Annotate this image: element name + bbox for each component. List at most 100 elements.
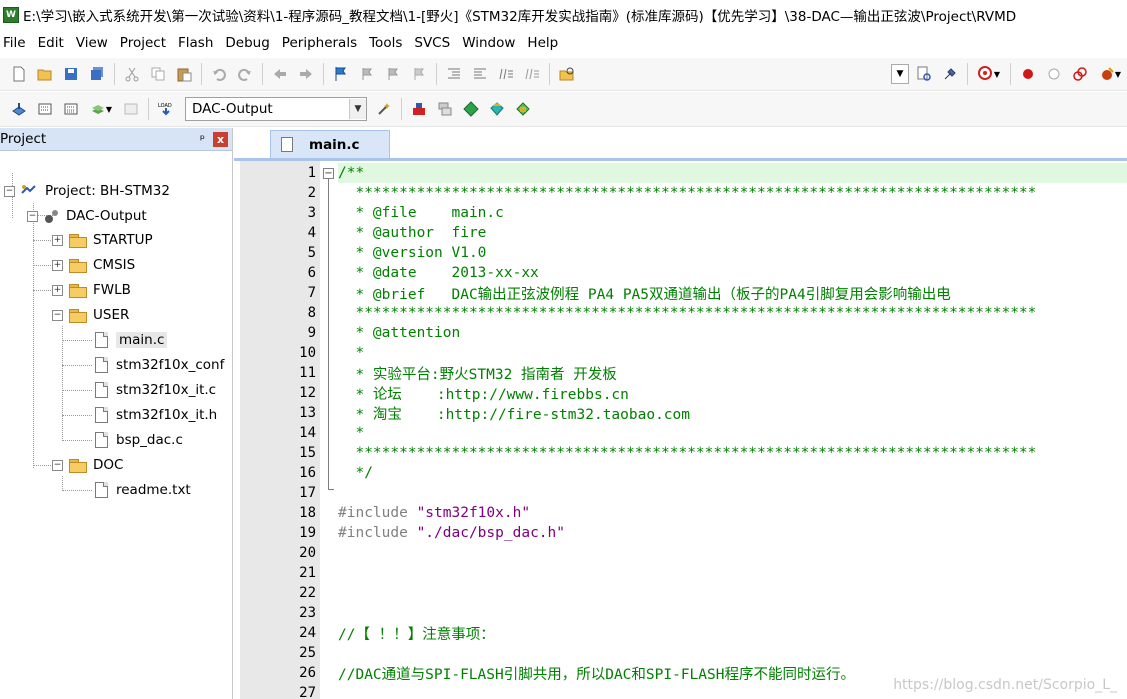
download-load-icon[interactable]: LOAD	[155, 98, 177, 120]
nav-back-icon[interactable]	[269, 63, 291, 85]
collapse-icon[interactable]: −	[4, 185, 15, 197]
undo-icon[interactable]	[208, 63, 230, 85]
translate-icon[interactable]	[8, 98, 30, 120]
tree-item-file-readme[interactable]: readme.txt	[95, 479, 191, 501]
save-all-icon[interactable]	[86, 63, 108, 85]
code-line[interactable]: *	[338, 423, 1127, 443]
find-icon[interactable]	[913, 63, 935, 85]
code-line[interactable]: ****************************************…	[338, 443, 1127, 463]
code-line[interactable]: * @brief DAC输出正弦波例程 PA4 PA5双通道输出（板子的PA4引…	[338, 283, 1127, 303]
manage-project-icon[interactable]	[408, 98, 430, 120]
batch-build-icon[interactable]: ▼	[86, 98, 116, 120]
tree-item-file-conf[interactable]: stm32f10x_conf	[95, 354, 224, 376]
find-in-files-icon[interactable]	[556, 63, 578, 85]
prev-bookmark-icon[interactable]	[356, 63, 378, 85]
code-line[interactable]: /**	[338, 163, 1127, 183]
code-line[interactable]: //【 ！！】注意事项：	[338, 623, 1127, 643]
tree-item-group-fwlb[interactable]: + FWLB	[52, 279, 131, 301]
pin-icon[interactable]: ᵖ	[200, 132, 205, 146]
code-line[interactable]	[338, 643, 1127, 663]
tree-item-group-doc[interactable]: − DOC	[52, 454, 123, 476]
close-icon[interactable]: x	[213, 131, 228, 147]
rebuild-icon[interactable]	[60, 98, 82, 120]
code-line[interactable]: * @date 2013-xx-xx	[338, 263, 1127, 283]
redo-icon[interactable]	[234, 63, 256, 85]
disable-breakpoint-icon[interactable]	[1043, 63, 1065, 85]
file-extensions-icon[interactable]	[434, 98, 456, 120]
code-line[interactable]: #include "./dac/bsp_dac.h"	[338, 523, 1127, 543]
pack-installer-icon[interactable]	[486, 98, 508, 120]
cut-icon[interactable]	[121, 63, 143, 85]
build-icon[interactable]	[34, 98, 56, 120]
stop-build-icon[interactable]	[120, 98, 142, 120]
chevron-down-icon[interactable]: ▼	[349, 99, 366, 119]
code-line[interactable]	[338, 543, 1127, 563]
target-options-icon[interactable]	[373, 98, 395, 120]
uncomment-icon[interactable]	[521, 63, 543, 85]
manage-components-icon[interactable]	[512, 98, 534, 120]
menu-peripherals[interactable]: Peripherals	[279, 35, 364, 51]
collapse-icon[interactable]: −	[27, 210, 38, 222]
code-line[interactable]: *	[338, 343, 1127, 363]
menu-file[interactable]: File	[0, 35, 33, 51]
expand-icon[interactable]: +	[52, 259, 63, 271]
tree-item-group-user[interactable]: − USER	[52, 304, 129, 326]
menu-svcs[interactable]: SVCS	[411, 35, 457, 51]
code-line[interactable]	[338, 483, 1127, 503]
target-select[interactable]: DAC-Output ▼	[185, 97, 367, 121]
tab-main-c[interactable]: main.c	[270, 130, 390, 158]
debug-session-icon[interactable]: ▼	[974, 63, 1004, 85]
tree-item-target[interactable]: − DAC-Output	[27, 205, 147, 227]
code-line[interactable]	[338, 563, 1127, 583]
breakpoint-icon[interactable]	[1017, 63, 1039, 85]
tree-item-file-main-c[interactable]: main.c	[95, 329, 168, 351]
code-line[interactable]: #include "stm32f10x.h"	[338, 503, 1127, 523]
code-line[interactable]: * @attention	[338, 323, 1127, 343]
nav-forward-icon[interactable]	[295, 63, 317, 85]
indent-icon[interactable]	[443, 63, 465, 85]
tree-item-project-root[interactable]: − Project: BH-STM32	[4, 180, 170, 202]
menu-project[interactable]: Project	[117, 35, 173, 51]
code-line[interactable]: * 实验平台:野火STM32 指南者 开发板	[338, 363, 1127, 383]
code-line[interactable]: * 淘宝 :http://fire-stm32.taobao.com	[338, 403, 1127, 423]
menu-help[interactable]: Help	[524, 35, 565, 51]
collapse-icon[interactable]: −	[52, 459, 63, 471]
menu-edit[interactable]: Edit	[35, 35, 71, 51]
code-editor[interactable]: 1 2 3 4 5 6 7 8 9 10 11 12 13 14 15 16 17 18 19 20 21 22 23 24 2…	[240, 161, 1127, 699]
code-line[interactable]	[338, 583, 1127, 603]
kill-breakpoints-icon[interactable]: ▼	[1095, 63, 1125, 85]
collapse-icon[interactable]: −	[52, 309, 63, 321]
tree-item-file-it-c[interactable]: stm32f10x_it.c	[95, 379, 216, 401]
tree-item-group-startup[interactable]: + STARTUP	[52, 229, 153, 251]
new-file-icon[interactable]	[8, 63, 30, 85]
expand-icon[interactable]: +	[52, 234, 63, 246]
next-bookmark-icon[interactable]	[382, 63, 404, 85]
unindent-icon[interactable]	[469, 63, 491, 85]
menu-tools[interactable]: Tools	[366, 35, 409, 51]
clear-bookmarks-icon[interactable]	[408, 63, 430, 85]
code-line[interactable]	[338, 603, 1127, 623]
incremental-find-icon[interactable]	[939, 63, 961, 85]
tree-item-file-it-h[interactable]: stm32f10x_it.h	[95, 404, 217, 426]
code-area[interactable]: /** ************************************…	[338, 161, 1127, 699]
code-line[interactable]: * @file main.c	[338, 203, 1127, 223]
code-line[interactable]: ****************************************…	[338, 303, 1127, 323]
menu-debug[interactable]: Debug	[222, 35, 276, 51]
menu-window[interactable]: Window	[459, 35, 522, 51]
select-packs-icon[interactable]	[460, 98, 482, 120]
menu-flash[interactable]: Flash	[175, 35, 220, 51]
fold-toggle-icon[interactable]: −	[323, 168, 334, 179]
code-line[interactable]: * @author fire	[338, 223, 1127, 243]
code-line[interactable]: ****************************************…	[338, 183, 1127, 203]
expand-icon[interactable]: +	[52, 284, 63, 296]
disable-all-breakpoints-icon[interactable]	[1069, 63, 1091, 85]
paste-icon[interactable]	[173, 63, 195, 85]
comment-icon[interactable]	[495, 63, 517, 85]
copy-icon[interactable]	[147, 63, 169, 85]
save-icon[interactable]	[60, 63, 82, 85]
code-line[interactable]: * @version V1.0	[338, 243, 1127, 263]
find-dropdown-icon[interactable]: ▼	[891, 64, 909, 84]
menu-view[interactable]: View	[73, 35, 115, 51]
code-line[interactable]: * 论坛 :http://www.firebbs.cn	[338, 383, 1127, 403]
open-folder-icon[interactable]	[34, 63, 56, 85]
